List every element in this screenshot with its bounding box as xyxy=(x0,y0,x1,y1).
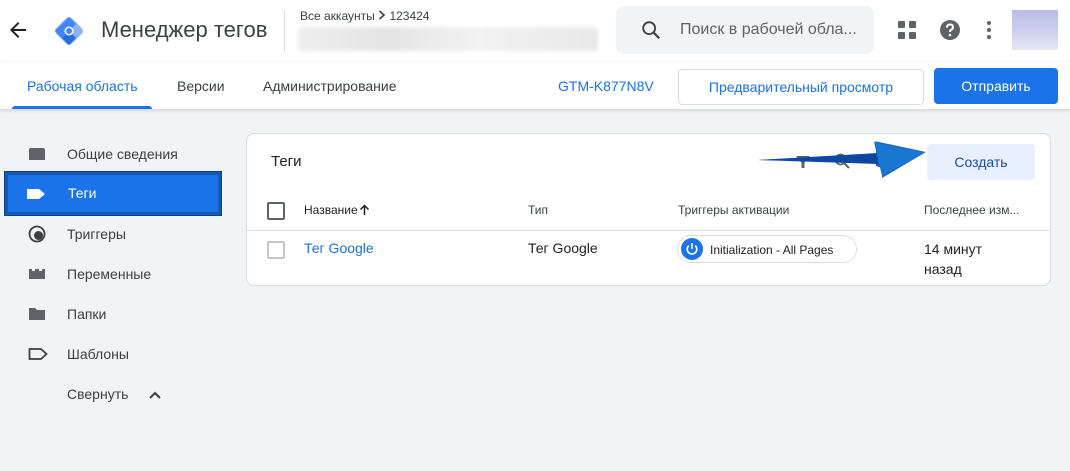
last-modified-value: 14 минут назад xyxy=(924,239,1004,279)
sidebar-item-label: Шаблоны xyxy=(67,346,129,362)
more-vert-icon[interactable] xyxy=(982,19,996,41)
sidebar-item-tags[interactable]: Теги xyxy=(5,172,221,215)
tab-admin[interactable]: Администрирование xyxy=(263,62,397,110)
collapse-sidebar-button[interactable]: Свернуть xyxy=(67,386,128,402)
trigger-chip-label: Initialization - All Pages xyxy=(710,243,834,257)
tags-card: Теги Создать Название Тип Триггеры актив… xyxy=(246,133,1051,286)
avatar[interactable] xyxy=(1012,10,1058,50)
tab-workspace[interactable]: Рабочая область xyxy=(27,62,138,110)
chevron-up-icon[interactable] xyxy=(148,388,162,402)
sidebar-item-overview[interactable]: Общие сведения xyxy=(12,134,222,174)
account-breadcrumb[interactable]: Все аккаунты 123424 xyxy=(300,9,429,23)
help-icon[interactable] xyxy=(939,19,961,41)
sidebar-item-templates[interactable]: Шаблоны xyxy=(12,334,222,374)
column-header-label: Название xyxy=(304,203,358,217)
header-divider xyxy=(284,10,285,52)
top-app-bar: Менеджер тегов Все аккаунты 123424 xyxy=(0,0,1070,62)
column-header-triggers[interactable]: Триггеры активации xyxy=(678,203,789,217)
trigger-icon xyxy=(28,225,46,243)
sidebar-item-label: Теги xyxy=(68,185,97,201)
row-checkbox[interactable] xyxy=(267,241,285,259)
sidebar-item-label: Переменные xyxy=(67,266,152,282)
pointer-arrow-annotation xyxy=(756,140,928,180)
header-row-divider xyxy=(247,230,1050,231)
folder-icon xyxy=(28,305,46,323)
create-tag-button[interactable]: Создать xyxy=(927,144,1035,180)
trigger-chip[interactable]: Initialization - All Pages xyxy=(677,235,857,263)
container-name-redacted[interactable] xyxy=(298,27,598,51)
variables-icon xyxy=(28,265,46,283)
last-modified-line: назад xyxy=(924,261,962,277)
sidebar-item-variables[interactable]: Переменные xyxy=(12,254,222,294)
workspace-search[interactable] xyxy=(616,6,874,54)
template-icon xyxy=(28,345,48,363)
sidebar-item-folders[interactable]: Папки xyxy=(12,294,222,334)
tag-manager-logo-icon xyxy=(52,14,86,48)
container-id-link[interactable]: GTM-K877N8V xyxy=(558,62,654,110)
preview-button[interactable]: Предварительный просмотр xyxy=(678,69,924,105)
breadcrumb-chevron-icon xyxy=(378,9,389,23)
power-icon xyxy=(681,238,703,260)
overview-icon xyxy=(28,145,46,163)
search-input[interactable] xyxy=(680,6,870,54)
tag-type: Тег Google xyxy=(528,240,598,256)
last-modified-line: 14 минут xyxy=(924,241,983,257)
sidebar-item-label: Общие сведения xyxy=(67,146,178,162)
sidebar-item-label: Триггеры xyxy=(67,226,126,242)
account-id: 123424 xyxy=(389,9,430,23)
column-header-type[interactable]: Тип xyxy=(528,203,548,217)
tab-versions[interactable]: Версии xyxy=(177,62,225,110)
tag-name-link[interactable]: Тег Google xyxy=(304,240,374,256)
submit-button[interactable]: Отправить xyxy=(934,68,1058,104)
card-title: Теги xyxy=(271,153,302,170)
column-header-last-modified[interactable]: Последнее изм... xyxy=(924,203,1019,217)
workspace-tabs-bar: Рабочая область Версии Администрирование… xyxy=(0,62,1070,110)
column-header-name[interactable]: Название xyxy=(304,203,370,217)
search-icon xyxy=(640,19,662,41)
sidebar-item-triggers[interactable]: Триггеры xyxy=(12,214,222,254)
all-accounts-link[interactable]: Все аккаунты xyxy=(300,9,375,23)
app-title: Менеджер тегов xyxy=(101,17,268,42)
select-all-checkbox[interactable] xyxy=(267,202,285,220)
tag-icon xyxy=(26,185,45,203)
sort-arrow-up-icon xyxy=(359,204,370,216)
active-tab-indicator xyxy=(12,106,152,109)
sidebar-item-label: Папки xyxy=(67,306,107,322)
back-arrow-icon[interactable] xyxy=(6,18,30,42)
apps-grid-icon[interactable] xyxy=(896,19,918,41)
sidebar: Общие сведения Теги Триггеры Переменные … xyxy=(0,110,230,471)
